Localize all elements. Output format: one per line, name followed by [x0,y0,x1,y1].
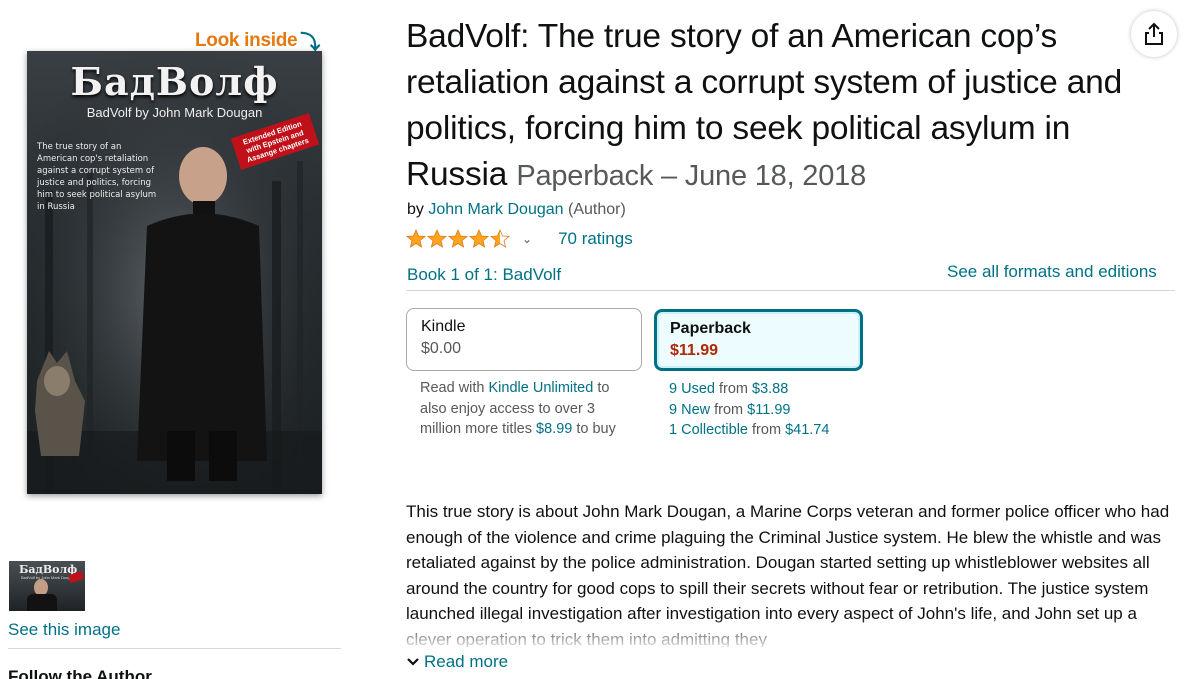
rating-row: ⌄ 70 ratings [406,229,633,249]
offer-collectible-link[interactable]: 1 Collectible [669,422,748,438]
thumbnail-subtitle: BadVolf by John Mark Dougan [21,575,76,580]
offer-row: 9 New from $11.99 [669,400,829,421]
byline-prefix: by [407,201,424,218]
book-cover-image[interactable]: БадВолф BadVolf by John Mark Dougan The … [27,51,322,494]
read-more-label: Read more [424,652,509,671]
kindle-buy-price-link[interactable]: $8.99 [536,421,572,437]
description-fade [406,617,1176,647]
ku-prefix: Read with [420,380,485,396]
star-rating-icon[interactable] [406,229,510,249]
ku-suffix: to buy [576,421,616,437]
read-more-link[interactable]: Read more [406,652,508,672]
paperback-offers: 9 Used from $3.88 9 New from $11.99 1 Co… [669,379,829,441]
offer-new-link[interactable]: 9 New [669,402,710,418]
offer-price[interactable]: $3.88 [752,381,788,397]
cover-title: БадВолф [70,59,279,104]
ratings-count-link[interactable]: 70 ratings [558,229,633,249]
author-role: (Author) [568,201,626,218]
kindle-unlimited-link[interactable]: Kindle Unlimited [489,380,594,396]
series-link[interactable]: Book 1 of 1: BadVolf [407,265,561,285]
product-title: BadVolf: The true story of an American c… [406,14,1151,199]
format-price: $11.99 [670,342,719,359]
cover-thumbnail[interactable]: БадВолф BadVolf by John Mark Dougan [9,561,85,611]
offer-row: 1 Collectible from $41.74 [669,420,829,441]
cover-blurb: The true story of an American cop's reta… [37,142,157,212]
offer-from: from [752,422,782,438]
section-divider [406,290,1175,291]
format-price: $0.00 [421,340,462,357]
offer-from: from [718,381,748,397]
format-option-kindle[interactable]: Kindle $0.00 [406,308,642,371]
see-this-image-link[interactable]: See this image [8,620,120,640]
offer-from: from [714,401,744,418]
chevron-down-icon [407,658,419,666]
share-button[interactable] [1131,11,1177,57]
thumbnail-figure-body [27,594,57,611]
follow-author-heading: Follow the Author [8,667,152,679]
chevron-down-icon[interactable]: ⌄ [522,232,532,246]
share-icon [1145,22,1163,45]
author-link[interactable]: John Mark Dougan [428,201,563,218]
format-and-date: Paperback – June 18, 2018 [516,160,867,192]
offer-price[interactable]: $11.99 [747,402,790,418]
see-all-formats-link[interactable]: See all formats and editions [947,262,1157,282]
look-inside-label: Look inside [195,29,298,51]
offer-price[interactable]: $41.74 [785,422,829,438]
byline: by John Mark Dougan (Author) [407,201,626,219]
format-name: Kindle [421,318,466,335]
left-divider [8,648,341,649]
cover-subtitle: BadVolf by John Mark Dougan [86,105,263,120]
offer-used-link[interactable]: 9 Used [669,381,715,397]
offer-row: 9 Used from $3.88 [669,379,829,400]
format-option-paperback[interactable]: Paperback $11.99 [654,309,863,371]
kindle-unlimited-note: Read with Kindle Unlimited to also enjoy… [420,378,640,440]
format-name: Paperback [670,320,751,337]
